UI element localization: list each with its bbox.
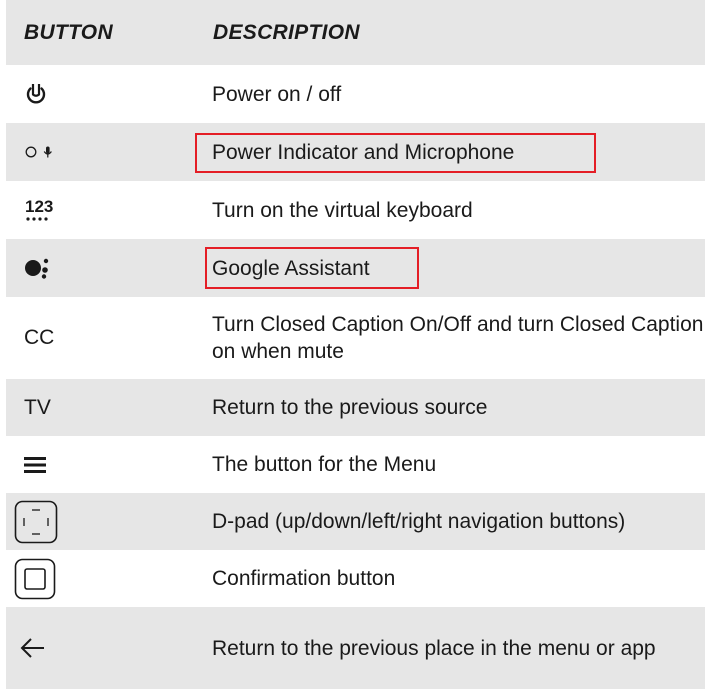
tv-button-label: TV xyxy=(24,395,51,419)
table-row: Power on / off xyxy=(6,65,705,123)
menu-icon xyxy=(24,456,48,474)
confirm-icon xyxy=(14,558,56,600)
button-description-table: BUTTON DESCRIPTION Power on / off Power … xyxy=(6,0,705,689)
highlight-box xyxy=(195,133,596,173)
row-description: Return to the previous place in the menu… xyxy=(212,636,656,660)
back-arrow-icon xyxy=(20,637,46,659)
header-button: BUTTON xyxy=(24,20,113,44)
table-row: 123 Turn on the virtual keyboard xyxy=(6,181,705,239)
row-description: The button for the Menu xyxy=(212,453,437,476)
table-row: Confirmation button xyxy=(6,550,705,607)
dpad-icon xyxy=(14,500,58,544)
row-description: Return to the previous source xyxy=(212,396,488,419)
table-row: Power Indicator and Microphone xyxy=(6,123,705,181)
numeric-keyboard-icon: 123 xyxy=(24,196,54,224)
row-description: D-pad (up/down/left/right navigation but… xyxy=(212,510,626,533)
row-description: Turn Closed Caption On/Off and turn Clos… xyxy=(212,313,704,363)
table-row: Google Assistant xyxy=(6,239,705,297)
row-description: Confirmation button xyxy=(212,567,396,590)
indicator-microphone-icon xyxy=(24,144,62,160)
table-row: TV Return to the previous source xyxy=(6,379,705,436)
table-header: BUTTON DESCRIPTION xyxy=(6,0,705,65)
row-description: Turn on the virtual keyboard xyxy=(212,198,473,222)
highlight-box xyxy=(205,247,419,289)
google-assistant-icon xyxy=(24,256,54,280)
svg-text:123: 123 xyxy=(25,197,53,216)
row-description: Power on / off xyxy=(212,82,342,106)
header-description: DESCRIPTION xyxy=(213,21,360,44)
table-row: Return to the previous place in the menu… xyxy=(6,607,705,689)
table-row: CC Turn Closed Caption On/Off and turn C… xyxy=(6,297,705,379)
table-row: D-pad (up/down/left/right navigation but… xyxy=(6,493,705,550)
power-icon xyxy=(24,81,48,107)
table-row: The button for the Menu xyxy=(6,436,705,493)
cc-button-label: CC xyxy=(24,326,55,349)
